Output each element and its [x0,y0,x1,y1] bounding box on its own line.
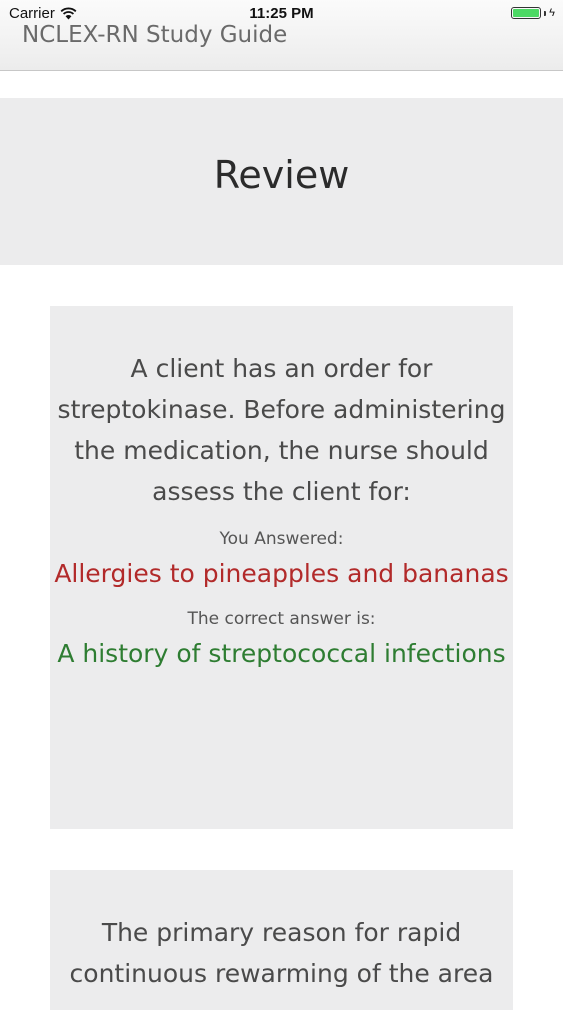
correct-answer: A history of streptococcal infections [57,639,506,668]
charging-bolt-icon: ϟ [549,7,555,19]
review-card: The primary reason for rapid continuous … [50,870,513,1010]
battery-indicator: ϟ [511,7,555,19]
battery-fill [513,9,540,17]
review-card: A client has an order for streptokinase.… [50,306,513,829]
top-bar: Carrier 11:25 PM ϟ NCLEX-RN Study Guide [0,0,563,71]
user-answer: Allergies to pineapples and bananas [54,559,509,588]
correct-answer-label: The correct answer is: [187,609,376,629]
battery-tip [544,10,547,16]
clock: 11:25 PM [249,5,314,22]
nav-title: NCLEX-RN Study Guide [22,22,288,48]
review-header: Review [0,98,563,265]
question-text: The primary reason for rapid continuous … [69,918,494,988]
review-title: Review [213,152,350,197]
battery-icon [511,7,542,19]
you-answered-label: You Answered: [219,529,344,549]
question-text: A client has an order for streptokinase.… [57,354,506,506]
